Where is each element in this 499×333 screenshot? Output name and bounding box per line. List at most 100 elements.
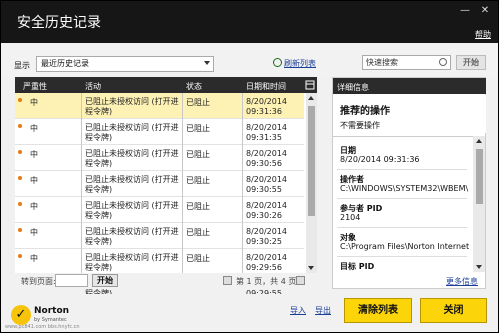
- row-date: 8/20/2014: [246, 149, 288, 158]
- row-date: 8/20/2014: [246, 175, 288, 184]
- table-row[interactable]: 中 已阻止未授权访问 (打开进程令牌) 已阻止 8/20/2014 09:31:35: [15, 119, 304, 145]
- recommended-action-text: 不需要操作: [340, 121, 380, 130]
- chevron-down-icon: [204, 61, 210, 65]
- detail-label: 目标 PID: [340, 262, 375, 271]
- scroll-thumb[interactable]: [308, 106, 315, 216]
- row-activity: 已阻止未授权访问 (打开进程令牌): [85, 123, 179, 142]
- table-row[interactable]: 中 已阻止未授权访问 (打开进程令牌) 已阻止 8/20/2014 09:30:55: [15, 171, 304, 197]
- severity-dot-icon: [18, 228, 22, 232]
- row-status: 已阻止: [186, 150, 210, 159]
- row-date: 8/20/2014: [246, 97, 288, 106]
- row-datetime: 8/20/2014 09:30:25: [246, 227, 302, 247]
- row-date: 8/20/2014: [246, 201, 288, 210]
- scroll-thumb[interactable]: [476, 149, 483, 204]
- detail-divider: [337, 198, 467, 199]
- scroll-up-icon[interactable]: [476, 139, 482, 143]
- severity-dot-icon: [18, 124, 22, 128]
- goto-page-input[interactable]: [55, 274, 88, 287]
- close-icon[interactable]: ✕: [478, 5, 492, 17]
- row-severity: 中: [30, 254, 38, 263]
- row-severity: 中: [30, 176, 38, 185]
- title-bar: 安全历史记录 — ✕ 帮助: [1, 1, 498, 43]
- scroll-up-icon[interactable]: [308, 96, 314, 100]
- details-list: 日期 8/20/2014 09:31:36 操作者 C:\WINDOWS\SYS…: [333, 136, 473, 272]
- row-activity: 已阻止未授权访问 (打开进程令牌): [85, 149, 179, 168]
- close-button[interactable]: 关闭: [420, 298, 487, 323]
- scroll-down-icon[interactable]: [476, 265, 482, 269]
- row-activity: 已阻止未授权访问 (打开进程令牌): [85, 227, 179, 246]
- row-datetime: 8/20/2014 09:30:55: [246, 175, 302, 195]
- more-info-link[interactable]: 更多信息: [446, 276, 478, 287]
- detail-divider: [337, 227, 467, 228]
- row-activity: 已阻止未授权访问 (打开进程令牌): [85, 175, 179, 194]
- table-scrollbar[interactable]: [306, 93, 317, 273]
- col-severity[interactable]: 严重性: [23, 81, 47, 92]
- details-panel: 详细信息 推荐的操作 不需要操作 日期 8/20/2014 09:31:36 操…: [332, 77, 486, 289]
- table-row[interactable]: 中 已阻止未授权访问 (打开进程令牌) 已阻止 8/20/2014 09:30:56: [15, 145, 304, 171]
- pager: 转到页面: 开始 第 1 页，共 4 页: [15, 273, 317, 289]
- severity-dot-icon: [18, 98, 22, 102]
- goto-page-button[interactable]: 开始: [92, 274, 118, 287]
- details-header: 详细信息: [333, 78, 486, 94]
- table-row[interactable]: 中 已阻止未授权访问 (打开进程令牌) 已阻止 8/20/2014 09:30:26: [15, 197, 304, 223]
- table-row[interactable]: 中 已阻止未授权访问 (打开进程令牌) 已阻止 8/20/2014 09:30:25: [15, 223, 304, 249]
- row-activity: 已阻止未授权访问 (打开进程令牌): [85, 253, 179, 272]
- refresh-label: 刷新列表: [284, 59, 316, 68]
- row-activity: 已阻止未授权访问 (打开进程令牌): [85, 97, 179, 116]
- row-date: 8/20/2014: [246, 227, 288, 236]
- clear-list-button[interactable]: 清除列表: [344, 298, 412, 323]
- severity-dot-icon: [18, 176, 22, 180]
- row-datetime: 8/20/2014 09:31:35: [246, 123, 302, 143]
- row-severity: 中: [30, 228, 38, 237]
- col-datetime[interactable]: 日期和时间: [246, 81, 286, 92]
- severity-dot-icon: [18, 202, 22, 206]
- row-severity: 中: [30, 98, 38, 107]
- page-info: 第 1 页，共 4 页: [236, 277, 297, 286]
- next-page-icon[interactable]: [296, 276, 305, 285]
- checkmark-icon: ✓: [11, 305, 31, 325]
- export-link[interactable]: 导出: [315, 305, 331, 316]
- row-status: 已阻止: [186, 228, 210, 237]
- row-date: 8/20/2014: [246, 123, 288, 132]
- search-icon: [439, 58, 447, 66]
- severity-dot-icon: [18, 150, 22, 154]
- prev-page-icon[interactable]: [223, 276, 232, 285]
- row-datetime: 8/20/2014 09:29:56: [246, 253, 302, 273]
- search-start-button[interactable]: 开始: [456, 55, 486, 70]
- dropdown-value: 最近历史记录: [41, 59, 89, 68]
- history-filter-dropdown[interactable]: 最近历史记录: [36, 56, 214, 72]
- filter-bar: 显示 最近历史记录 刷新列表 快速搜索 开始: [1, 43, 498, 77]
- search-input[interactable]: 快速搜索: [362, 55, 451, 70]
- row-time: 09:30:26: [246, 211, 282, 220]
- column-divider: [81, 93, 82, 273]
- row-datetime: 8/20/2014 09:31:36: [246, 97, 302, 117]
- row-severity: 中: [30, 202, 38, 211]
- row-time: 09:30:56: [246, 159, 282, 168]
- refresh-icon: [273, 58, 282, 67]
- detail-divider: [337, 169, 467, 170]
- details-scrollbar[interactable]: [473, 136, 485, 272]
- security-history-window: 安全历史记录 — ✕ 帮助 显示 最近历史记录 刷新列表 快速搜索 开始 严重性…: [0, 0, 499, 333]
- scroll-down-icon[interactable]: [308, 266, 314, 270]
- row-status: 已阻止: [186, 124, 210, 133]
- recommended-action-box: 推荐的操作 不需要操作: [333, 95, 486, 133]
- logo-name: Norton: [34, 306, 70, 316]
- table-row[interactable]: 中 已阻止未授权访问 (打开进程令牌) 已阻止 8/20/2014 09:29:56: [15, 249, 304, 275]
- help-link[interactable]: 帮助: [475, 29, 491, 40]
- watermark: www.pc841.com bbs.hnyfc.cn: [5, 324, 80, 330]
- column-divider: [182, 93, 183, 273]
- row-status: 已阻止: [186, 202, 210, 211]
- window-title: 安全历史记录: [17, 15, 101, 31]
- import-link[interactable]: 导入: [290, 305, 306, 316]
- recommended-action-title: 推荐的操作: [340, 106, 390, 117]
- row-status: 已阻止: [186, 176, 210, 185]
- minimize-icon[interactable]: —: [458, 5, 472, 17]
- refresh-list-button[interactable]: 刷新列表: [273, 58, 316, 70]
- row-time: 09:30:25: [246, 237, 282, 246]
- history-table: 严重性 活动 状态 日期和时间 中已阻止未授权访问 (打开进程令牌) 已阻止 8/2…: [15, 77, 317, 301]
- table-row[interactable]: 中 已阻止未授权访问 (打开进程令牌) 已阻止 8/20/2014 09:31:36: [15, 93, 304, 119]
- goto-page-label: 转到页面:: [21, 277, 56, 286]
- col-status[interactable]: 状态: [186, 81, 202, 92]
- columns-icon[interactable]: [305, 80, 315, 90]
- col-activity[interactable]: 活动: [85, 81, 101, 92]
